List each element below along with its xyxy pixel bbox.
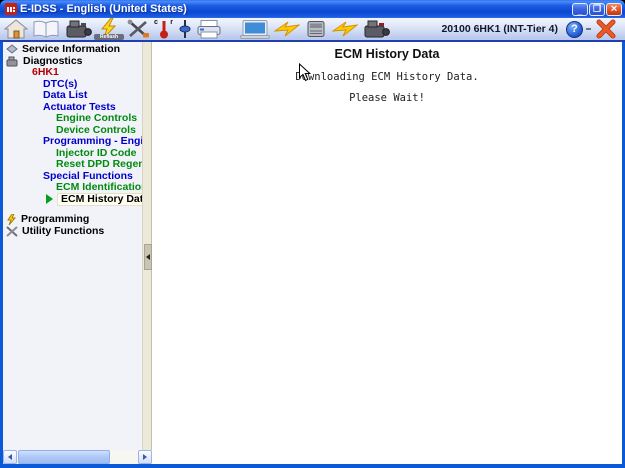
sidebar-item-data-list[interactable]: Data List	[3, 90, 142, 102]
laptop-icon	[240, 19, 270, 39]
scroll-left-arrow-icon	[8, 454, 12, 460]
sidebar-item-programming[interactable]: Programming	[3, 214, 142, 226]
pane-splitter[interactable]	[142, 42, 152, 450]
scroll-right-arrow-icon	[143, 454, 147, 460]
navigation-tree: Service Information Diagnostics 6HK1 DTC…	[3, 44, 142, 237]
body-area: Service Information Diagnostics 6HK1 DTC…	[3, 42, 622, 464]
thermometer-letter-right: r	[170, 19, 173, 26]
sidebar-item-ecm-history-data[interactable]: ECM History Data	[3, 194, 142, 206]
mouse-cursor	[298, 63, 311, 82]
collapse-left-arrow-icon	[146, 254, 150, 260]
printer-icon	[196, 19, 222, 39]
sidebar-item-service-information[interactable]: Service Information	[3, 44, 142, 56]
titlebar: E-IDSS - English (United States) _ ❐ ✕	[0, 0, 625, 18]
ecm-box-icon	[304, 19, 328, 39]
engine-icon	[362, 19, 390, 39]
link-status-right	[332, 18, 358, 40]
status-message-line1: Downloading ECM History Data.	[152, 71, 622, 83]
lightning-bolt-icon	[332, 21, 358, 37]
app-window: E-IDSS - English (United States) _ ❐ ✕	[0, 0, 625, 468]
sidebar-item-reset-dpd-regenerate[interactable]: Reset DPD Regenerate	[3, 159, 142, 171]
engine-icon	[6, 56, 19, 67]
main-content: ECM History Data Downloading ECM History…	[152, 42, 622, 464]
link-status-left	[274, 18, 300, 40]
manual-icon	[6, 44, 18, 55]
vehicle-status-label: 20100 6HK1 (INT-Tier 4)	[441, 23, 558, 35]
sidebar-item-programming-engine-data[interactable]: Programming - Engine Dat	[3, 136, 142, 148]
sidebar-item-diagnostics[interactable]: Diagnostics	[3, 56, 142, 68]
home-icon	[4, 19, 28, 39]
actuator-tools-button[interactable]	[126, 18, 150, 40]
exit-button[interactable]	[595, 18, 617, 40]
engine-icon	[64, 19, 92, 39]
sidebar-item-utility-functions[interactable]: Utility Functions	[3, 226, 142, 238]
scroll-right-button[interactable]	[138, 450, 152, 464]
thermometer-letter-left: c	[154, 19, 158, 26]
scroll-left-button[interactable]	[3, 450, 17, 464]
temperature-clear-button[interactable]: c r	[154, 18, 174, 40]
toolbar: Reflash c r	[0, 18, 625, 42]
sidebar-item-6hk1[interactable]: 6HK1	[3, 67, 142, 79]
home-button[interactable]	[4, 18, 28, 40]
close-button[interactable]: ✕	[606, 3, 622, 16]
help-dropdown-dash	[586, 28, 591, 30]
print-button[interactable]	[196, 18, 222, 40]
service-manual-button[interactable]	[32, 18, 60, 40]
target-engine-button[interactable]	[362, 18, 390, 40]
window-title: E-IDSS - English (United States)	[20, 3, 571, 15]
sidebar-horizontal-scrollbar[interactable]	[3, 450, 152, 464]
diagnostics-engine-button[interactable]	[64, 18, 92, 40]
lightning-bolt-icon	[274, 21, 300, 37]
status-message-line2: Please Wait!	[152, 92, 622, 104]
scrollbar-thumb[interactable]	[18, 450, 110, 464]
minimize-button[interactable]: _	[572, 3, 588, 16]
reflash-button[interactable]: Reflash	[96, 18, 122, 40]
sidebar-item-ecm-identification[interactable]: ECM Identification	[3, 182, 142, 194]
splitter-collapse-handle[interactable]	[144, 244, 152, 270]
help-button[interactable]: ?	[566, 21, 583, 38]
scrollbar-track[interactable]	[17, 450, 138, 464]
page-title: ECM History Data	[152, 47, 622, 61]
utility-tools-icon	[6, 226, 18, 237]
maximize-button[interactable]: ❐	[589, 3, 605, 16]
exit-x-icon	[595, 19, 617, 39]
sidebar-item-engine-controls[interactable]: Engine Controls	[3, 113, 142, 125]
book-icon	[32, 19, 60, 39]
laptop-connection-button[interactable]	[240, 18, 270, 40]
ecm-module-button[interactable]	[304, 18, 328, 40]
lightning-icon	[6, 214, 17, 225]
tools-icon	[126, 19, 150, 39]
valve-test-button[interactable]	[178, 18, 192, 40]
valve-icon	[178, 19, 192, 39]
app-logo-icon	[5, 3, 17, 15]
reflash-label: Reflash	[94, 34, 124, 40]
navigation-sidebar: Service Information Diagnostics 6HK1 DTC…	[3, 42, 142, 450]
selected-arrow-icon	[45, 194, 54, 204]
